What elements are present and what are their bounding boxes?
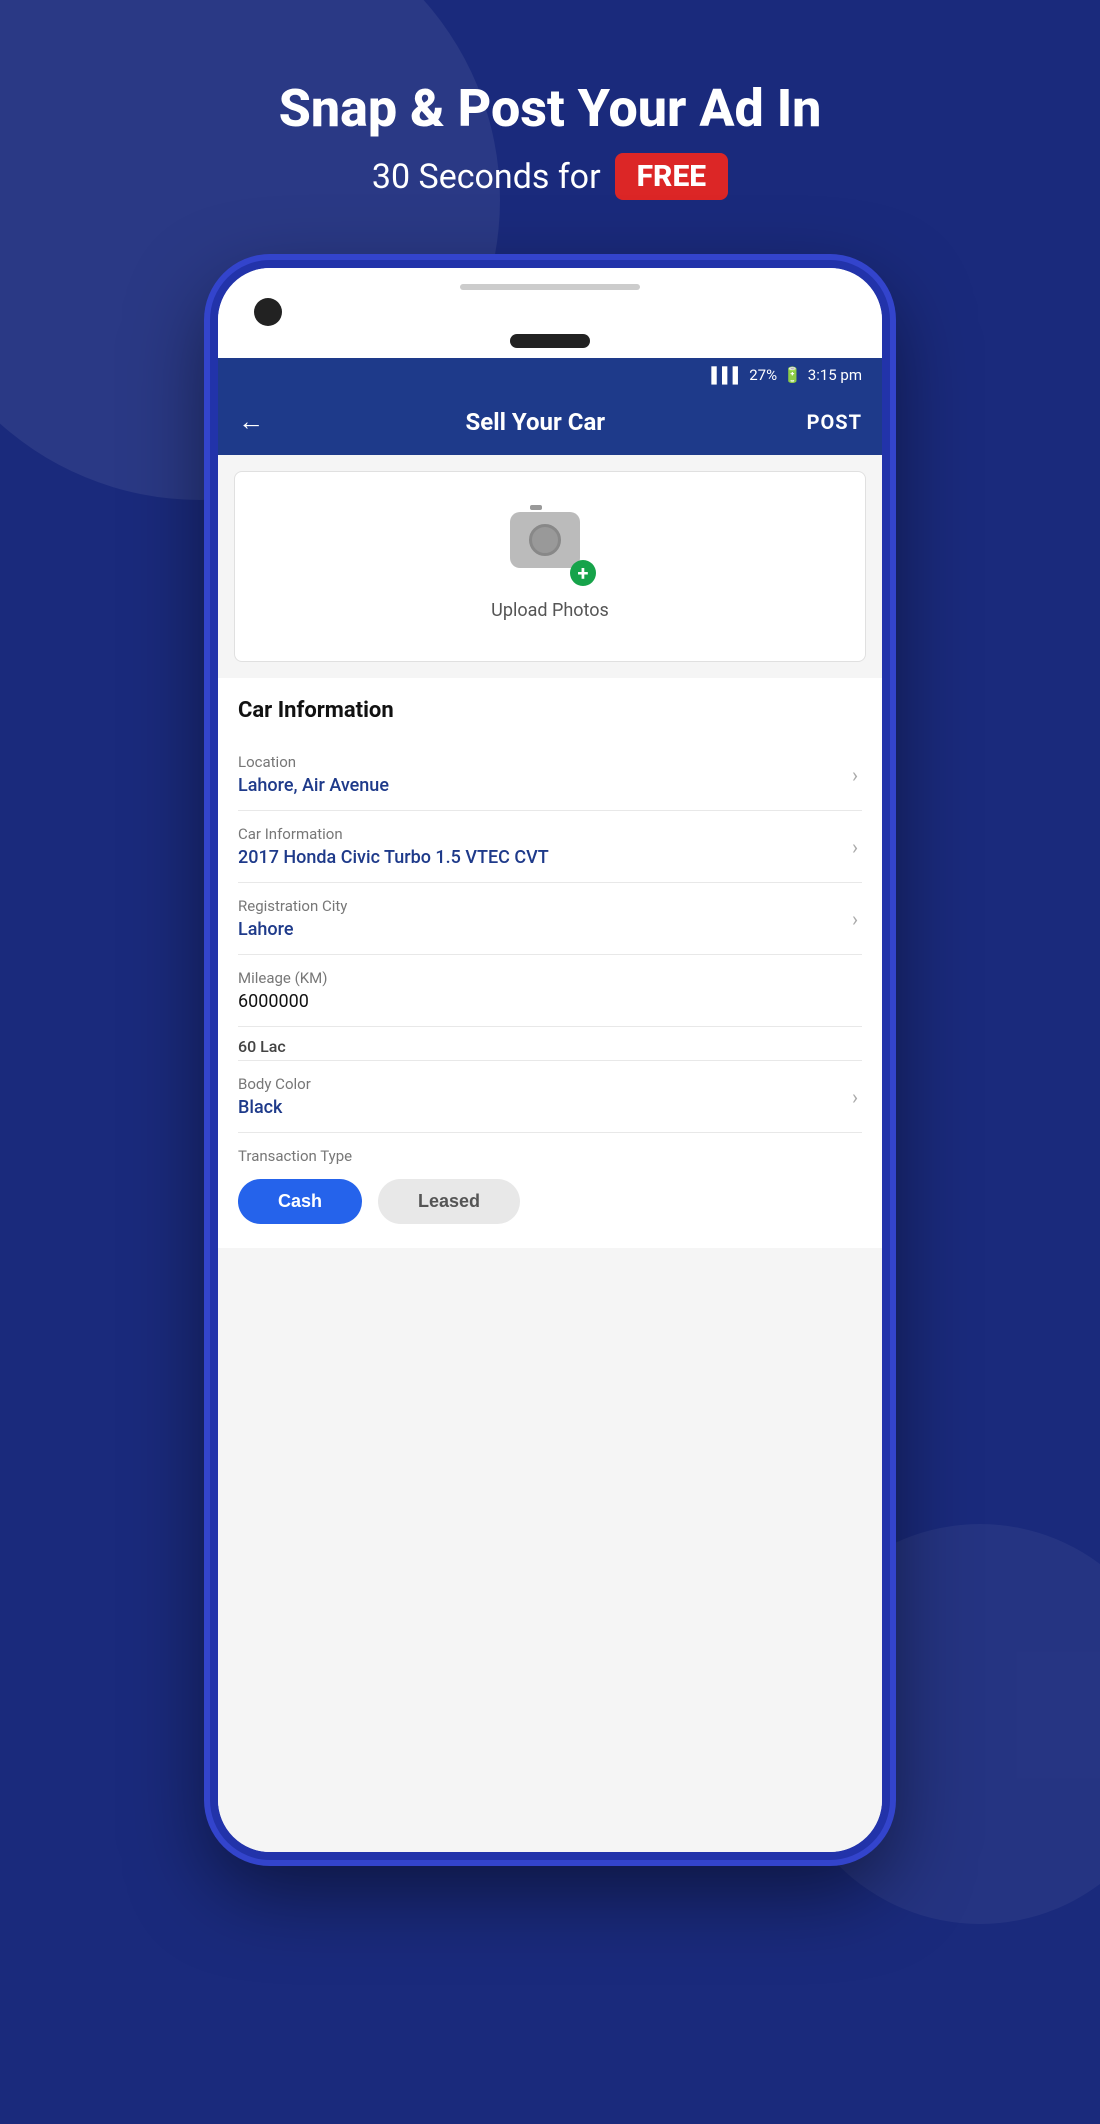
free-badge: FREE — [615, 153, 729, 200]
battery-icon: 🔋 — [783, 366, 802, 384]
upload-label: Upload Photos — [491, 600, 609, 621]
price-row: 60 Lac — [238, 1027, 862, 1061]
reg-city-chevron: › — [852, 907, 858, 931]
location-label: Location — [238, 753, 862, 771]
camera-viewfinder — [530, 505, 542, 510]
body-color-value: Black — [238, 1097, 862, 1118]
transaction-row: Transaction Type — [238, 1133, 862, 1165]
location-row[interactable]: Location Lahore, Air Avenue › — [238, 739, 862, 811]
car-info-label: Car Information — [238, 825, 862, 843]
transaction-toggle-group: Cash Leased — [238, 1179, 862, 1248]
location-chevron: › — [852, 763, 858, 787]
post-button[interactable]: POST — [807, 410, 862, 434]
body-color-chevron: › — [852, 1085, 858, 1109]
plus-badge: + — [570, 560, 596, 586]
signal-icon: ▌▌▌ — [711, 366, 743, 384]
phone-top — [218, 268, 882, 358]
status-bar: ▌▌▌ 27% 🔋 3:15 pm — [218, 358, 882, 392]
mileage-row[interactable]: Mileage (KM) 6000000 — [238, 955, 862, 1027]
location-value: Lahore, Air Avenue — [238, 775, 862, 796]
camera-icon-wrapper: + — [510, 512, 590, 582]
camera-dot — [254, 298, 282, 326]
transaction-label: Transaction Type — [238, 1147, 862, 1165]
time-text: 3:15 pm — [808, 366, 862, 384]
camera-lens — [529, 524, 561, 556]
car-info-row[interactable]: Car Information 2017 Honda Civic Turbo 1… — [238, 811, 862, 883]
back-button[interactable]: ← — [238, 406, 264, 437]
car-info-value: 2017 Honda Civic Turbo 1.5 VTEC CVT — [238, 847, 862, 868]
notch-bar — [460, 284, 640, 290]
mileage-label: Mileage (KM) — [238, 969, 862, 987]
app-title: Sell Your Car — [466, 408, 606, 436]
app-header: ← Sell Your Car POST — [218, 392, 882, 455]
price-value: 60 Lac — [238, 1037, 862, 1056]
upload-section[interactable]: + Upload Photos — [234, 471, 866, 662]
cash-button[interactable]: Cash — [238, 1179, 362, 1224]
reg-city-value: Lahore — [238, 919, 862, 940]
reg-city-label: Registration City — [238, 897, 862, 915]
car-info-chevron: › — [852, 835, 858, 859]
leased-button[interactable]: Leased — [378, 1179, 520, 1224]
body-color-row[interactable]: Body Color Black › — [238, 1061, 862, 1133]
car-info-section: Car Information Location Lahore, Air Ave… — [218, 678, 882, 1248]
phone-pill — [510, 334, 590, 348]
camera-row — [218, 298, 882, 326]
phone-content: + Upload Photos Car Information Location… — [218, 455, 882, 1852]
camera-body — [510, 512, 580, 568]
reg-city-row[interactable]: Registration City Lahore › — [238, 883, 862, 955]
section-title: Car Information — [238, 698, 862, 723]
phone-mockup: ▌▌▌ 27% 🔋 3:15 pm ← Sell Your Car POST + — [210, 260, 890, 1860]
body-color-label: Body Color — [238, 1075, 862, 1093]
mileage-value: 6000000 — [238, 991, 862, 1012]
battery-text: 27% — [749, 366, 777, 384]
